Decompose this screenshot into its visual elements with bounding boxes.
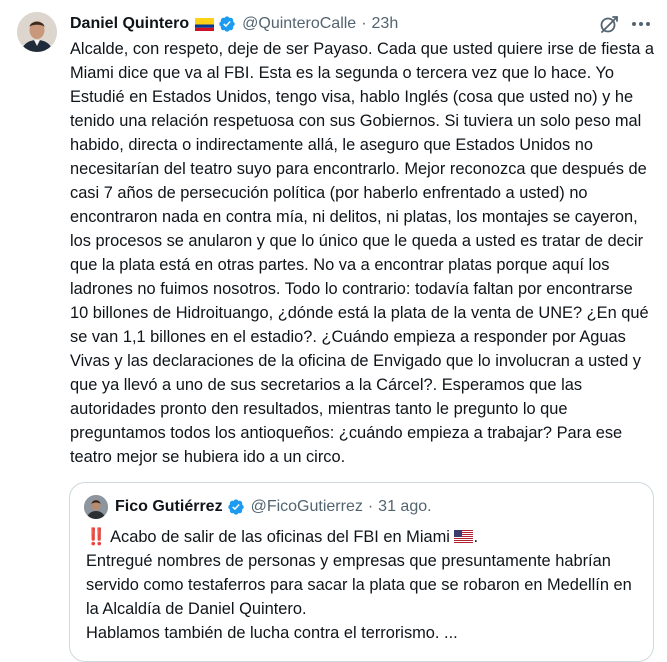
verified-badge-icon[interactable] xyxy=(227,498,245,516)
double-exclamation-icon: ‼️ xyxy=(86,528,107,546)
quoted-tweet-header: Fico Gutiérrez @FicoGutierrez · 31 ago. xyxy=(115,495,432,519)
tweet-text: Alcalde, con respeto, deje de ser Payaso… xyxy=(70,40,655,466)
colombia-flag-icon xyxy=(195,17,215,31)
quoted-author-name[interactable]: Fico Gutiérrez xyxy=(115,498,223,516)
quoted-tweet-timestamp[interactable]: 31 ago. xyxy=(378,498,431,516)
quoted-author-handle[interactable]: @FicoGutierrez xyxy=(251,498,363,516)
quoted-first-line: Acabo de salir de las oficinas del FBI e… xyxy=(110,528,450,546)
separator-dot: · xyxy=(367,498,374,515)
author-handle[interactable]: @QuinteroCalle xyxy=(242,15,356,33)
separator-dot: · xyxy=(361,15,367,32)
quoted-body-rest: Entregué nombres de personas y empresas … xyxy=(86,552,632,642)
more-options-icon[interactable] xyxy=(630,14,652,34)
author-avatar[interactable] xyxy=(17,12,57,52)
quoted-tweet-text: ‼️ Acabo de salir de las oficinas del FB… xyxy=(86,526,632,642)
us-flag-icon xyxy=(454,526,474,543)
verified-badge-icon[interactable] xyxy=(218,15,236,33)
author-name[interactable]: Daniel Quintero xyxy=(70,15,189,33)
tweet-timestamp[interactable]: 23h xyxy=(372,15,399,33)
tweet-header: Daniel Quintero @QuinteroCalle · 23h xyxy=(70,12,398,36)
quoted-author-avatar[interactable] xyxy=(84,495,108,519)
grok-icon[interactable] xyxy=(598,13,620,35)
quoted-tweet-card[interactable]: Fico Gutiérrez @FicoGutierrez · 31 ago. … xyxy=(69,482,654,662)
